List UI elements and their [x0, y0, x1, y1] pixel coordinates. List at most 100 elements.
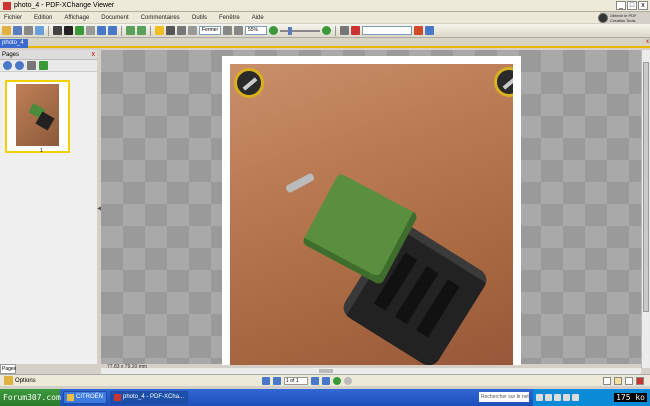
- fit-page-icon[interactable]: [223, 26, 232, 35]
- menu-help[interactable]: Aide: [252, 15, 264, 21]
- pages-pane-tab[interactable]: Pages: [0, 364, 16, 374]
- document-page[interactable]: [222, 56, 521, 365]
- hand-tool-icon[interactable]: [53, 26, 62, 35]
- page-layout-buttons: [603, 377, 644, 385]
- watermark-seal-left: [234, 68, 264, 98]
- menu-document[interactable]: Document: [101, 15, 128, 21]
- maximize-button[interactable]: □: [627, 1, 637, 10]
- last-page-button[interactable]: [322, 377, 330, 385]
- comment-icon[interactable]: [155, 26, 164, 35]
- single-page-view-button[interactable]: [603, 377, 611, 385]
- menu-tools[interactable]: Outils: [192, 15, 207, 21]
- thumb-insert-icon[interactable]: [39, 61, 48, 70]
- tracker-logo-icon: [598, 13, 608, 23]
- page-number-field[interactable]: 1 of 1: [284, 377, 308, 385]
- close-pane-button[interactable]: x: [92, 50, 96, 60]
- thumbnail-page-number: 1: [40, 148, 43, 154]
- open-folder-icon[interactable]: [2, 26, 11, 35]
- folder-icon: [67, 394, 74, 401]
- pages-pane-toolbar: [0, 60, 97, 72]
- photo-metal-pin: [284, 172, 316, 194]
- undo-icon[interactable]: [97, 26, 106, 35]
- menu-file[interactable]: Fichier: [4, 15, 22, 21]
- vertical-scrollbar[interactable]: [641, 50, 650, 368]
- typewriter-icon[interactable]: [166, 26, 175, 35]
- close-tab-button[interactable]: x: [646, 39, 649, 45]
- page-thumbnail[interactable]: 1: [5, 80, 70, 154]
- history-back-button[interactable]: [333, 377, 341, 385]
- window-controls: _ □ x: [616, 1, 648, 10]
- facing-view-button[interactable]: [625, 377, 633, 385]
- tracker-logo-text: Obtenir le PDF Creation Tools: [610, 13, 637, 23]
- tray-icon[interactable]: [545, 394, 552, 401]
- status-bar: Options 1 of 1: [0, 374, 650, 386]
- redo-icon[interactable]: [108, 26, 117, 35]
- taskbar-button-pdf-viewer[interactable]: photo_4 - PDF-XCha...: [110, 391, 189, 404]
- horizontal-scrollbar-thumb[interactable]: [319, 369, 333, 373]
- continuous-view-button[interactable]: [614, 377, 622, 385]
- toolbar-separator: [150, 25, 151, 36]
- tray-icon[interactable]: [554, 394, 561, 401]
- zoom-mode-field[interactable]: Fermer: [199, 26, 221, 35]
- thumb-zoom-out-icon[interactable]: [15, 61, 24, 70]
- pages-pane-title: Pages: [2, 52, 20, 58]
- first-page-button[interactable]: [262, 377, 270, 385]
- zoom-slider-knob[interactable]: [288, 26, 292, 35]
- zoom-out-icon[interactable]: [322, 26, 331, 35]
- zoom-slider[interactable]: [280, 26, 320, 35]
- minimize-button[interactable]: _: [616, 1, 626, 10]
- zoom-percent-field[interactable]: 55%: [245, 26, 267, 35]
- system-tray: 175 ko: [533, 389, 650, 406]
- options-button[interactable]: Options: [4, 376, 36, 385]
- menu-view[interactable]: Affichage: [64, 15, 89, 21]
- toolbar: Fermer 55%: [0, 24, 650, 38]
- link-tool-icon[interactable]: [340, 26, 349, 35]
- zoom-in-icon[interactable]: [269, 26, 278, 35]
- rotate-right-icon[interactable]: [137, 26, 146, 35]
- tray-icon[interactable]: [563, 394, 570, 401]
- menu-bar: Fichier Edition Affichage Document Comme…: [0, 12, 600, 23]
- page-navigation: 1 of 1: [262, 377, 352, 385]
- toolbar-separator: [121, 25, 122, 36]
- menu-window[interactable]: Fenêtre: [219, 15, 240, 21]
- taskbar-search-input[interactable]: Rechercher sur le net: [479, 392, 529, 402]
- thumb-options-icon[interactable]: [27, 61, 36, 70]
- rotate-icon[interactable]: [126, 26, 135, 35]
- find-next-icon[interactable]: [425, 26, 434, 35]
- tab-photo-4[interactable]: photo_4: [0, 39, 28, 48]
- email-icon[interactable]: [35, 26, 44, 35]
- forward-icon[interactable]: [86, 26, 95, 35]
- title-bar: photo_4 - PDF-XChange Viewer _ □ x: [0, 0, 650, 12]
- tray-icon[interactable]: [536, 394, 543, 401]
- history-forward-button[interactable]: [344, 377, 352, 385]
- window-title: photo_4 - PDF-XChange Viewer: [14, 2, 115, 9]
- menu-comments[interactable]: Commentaires: [141, 15, 180, 21]
- taskbar-button-folder[interactable]: CITROËN: [63, 391, 107, 404]
- stamp-icon[interactable]: [351, 26, 360, 35]
- back-icon[interactable]: [75, 26, 84, 35]
- vertical-scrollbar-thumb[interactable]: [643, 62, 649, 312]
- pages-pane-header: Pages x: [0, 50, 97, 60]
- pdf-icon[interactable]: [636, 377, 644, 385]
- select-text-icon[interactable]: [64, 26, 73, 35]
- save-icon[interactable]: [13, 26, 22, 35]
- tray-clock: 175 ko: [614, 393, 647, 402]
- close-window-button[interactable]: x: [638, 1, 648, 10]
- zoom-tool-icon[interactable]: [188, 26, 197, 35]
- watermark-seal-right: [494, 67, 513, 97]
- options-icon: [4, 376, 13, 385]
- page-photo: [230, 64, 513, 365]
- find-icon[interactable]: [414, 26, 423, 35]
- start-button[interactable]: Forum307.com: [0, 389, 61, 406]
- snapshot-icon[interactable]: [177, 26, 186, 35]
- print-icon[interactable]: [24, 26, 33, 35]
- search-input[interactable]: [362, 26, 412, 35]
- fit-width-icon[interactable]: [234, 26, 243, 35]
- pages-pane: Pages x 1: [0, 50, 98, 364]
- previous-page-button[interactable]: [273, 377, 281, 385]
- thumb-zoom-in-icon[interactable]: [3, 61, 12, 70]
- tray-icon[interactable]: [572, 394, 579, 401]
- options-label: Options: [15, 377, 36, 384]
- next-page-button[interactable]: [311, 377, 319, 385]
- menu-edit[interactable]: Edition: [34, 15, 52, 21]
